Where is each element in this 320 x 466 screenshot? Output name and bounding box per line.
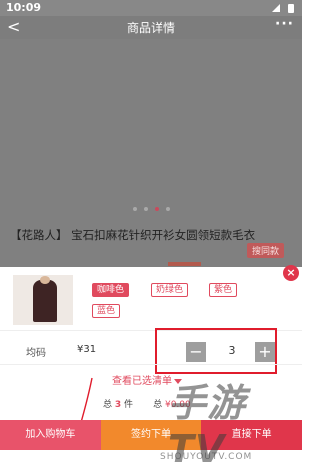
promo-stripe [168, 262, 201, 266]
carousel-dot[interactable] [143, 207, 148, 211]
status-time: 10:09 [6, 1, 42, 14]
quantity-stepper: − 3 + [155, 328, 277, 374]
total-prefix-2: 总 [153, 400, 163, 410]
color-option-blue[interactable]: 蓝色 [92, 304, 121, 318]
watermark-url: SHOUYOUTV.COM [160, 452, 253, 462]
status-bar: 10:09 [0, 0, 302, 16]
size-label: 均码 [26, 348, 46, 359]
view-selected-label: 查看已选清单 [112, 376, 172, 387]
thumbnail-garment [33, 280, 57, 322]
increment-button[interactable]: + [255, 342, 275, 362]
product-image-carousel[interactable] [0, 39, 302, 221]
find-similar-button[interactable]: 搜同款 [246, 243, 284, 258]
more-menu-button[interactable]: ··· [275, 16, 294, 32]
page-title: 商品详情 [126, 21, 175, 35]
close-icon[interactable]: × [283, 265, 299, 281]
color-option-purple[interactable]: 紫色 [209, 283, 238, 297]
carousel-dot[interactable] [132, 207, 137, 211]
sku-thumbnail [13, 275, 73, 325]
page-header: < 商品详情 ··· [0, 16, 302, 39]
divider [0, 364, 302, 365]
add-to-cart-button[interactable]: 加入购物车 [0, 420, 101, 450]
quantity-value[interactable]: 3 [210, 344, 254, 357]
battery-icon [288, 4, 294, 13]
product-name: 【花路人】 宝石扣麻花针织开衫女圆领短款毛衣 [10, 228, 256, 242]
color-option-milkgreen[interactable]: 奶绿色 [151, 283, 189, 297]
thumbnail-model [40, 276, 50, 284]
carousel-dot[interactable] [165, 207, 170, 211]
color-option-coffee[interactable]: 咖啡色 [92, 283, 130, 297]
unit-price: ¥31 [77, 344, 97, 355]
total-unit: 件 [124, 400, 134, 410]
carousel-dot-active[interactable] [154, 207, 159, 211]
product-info: 【花路人】 宝石扣麻花针织开衫女圆领短款毛衣 搜同款 [0, 221, 302, 267]
signal-icon [272, 4, 280, 12]
carousel-indicator [0, 207, 302, 211]
total-prefix: 总 [103, 400, 113, 410]
decrement-button[interactable]: − [186, 342, 206, 362]
total-count: 3 [114, 400, 122, 410]
